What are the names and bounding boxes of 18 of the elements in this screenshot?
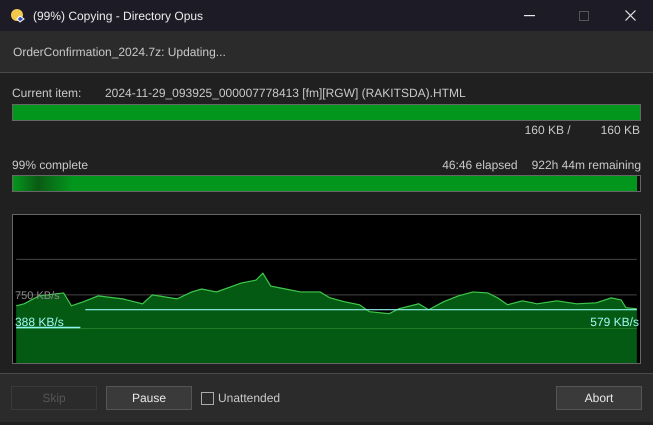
progress-label: 99% complete <box>12 157 88 174</box>
status-text: OrderConfirmation_2024.7z: Updating... <box>13 44 226 60</box>
elapsed-text: 46:46 elapsed <box>442 157 518 174</box>
remaining-text: 922h 44m remaining <box>532 157 641 174</box>
speed-label: 388 KB/s <box>15 314 64 331</box>
current-item-name: 2024-11-29_093925_000007778413 [fm][RGW] (RAKITSDA).HTML <box>105 85 466 102</box>
checkbox-label: Unattended <box>218 390 280 407</box>
speed-label: 579 KB/s <box>590 314 639 331</box>
minimize-icon[interactable] <box>524 14 535 16</box>
abort-button[interactable]: Abort <box>556 386 642 410</box>
window-title: (99%) Copying - Directory Opus <box>33 8 204 24</box>
pause-button[interactable]: Pause <box>106 386 192 410</box>
close-icon[interactable] <box>625 10 636 21</box>
app-icon <box>10 8 26 24</box>
size-text: 160 KB / <box>524 122 571 139</box>
field-label: Current item: <box>12 85 82 102</box>
size-text: 160 KB <box>600 122 640 139</box>
checkbox[interactable] <box>201 392 214 404</box>
